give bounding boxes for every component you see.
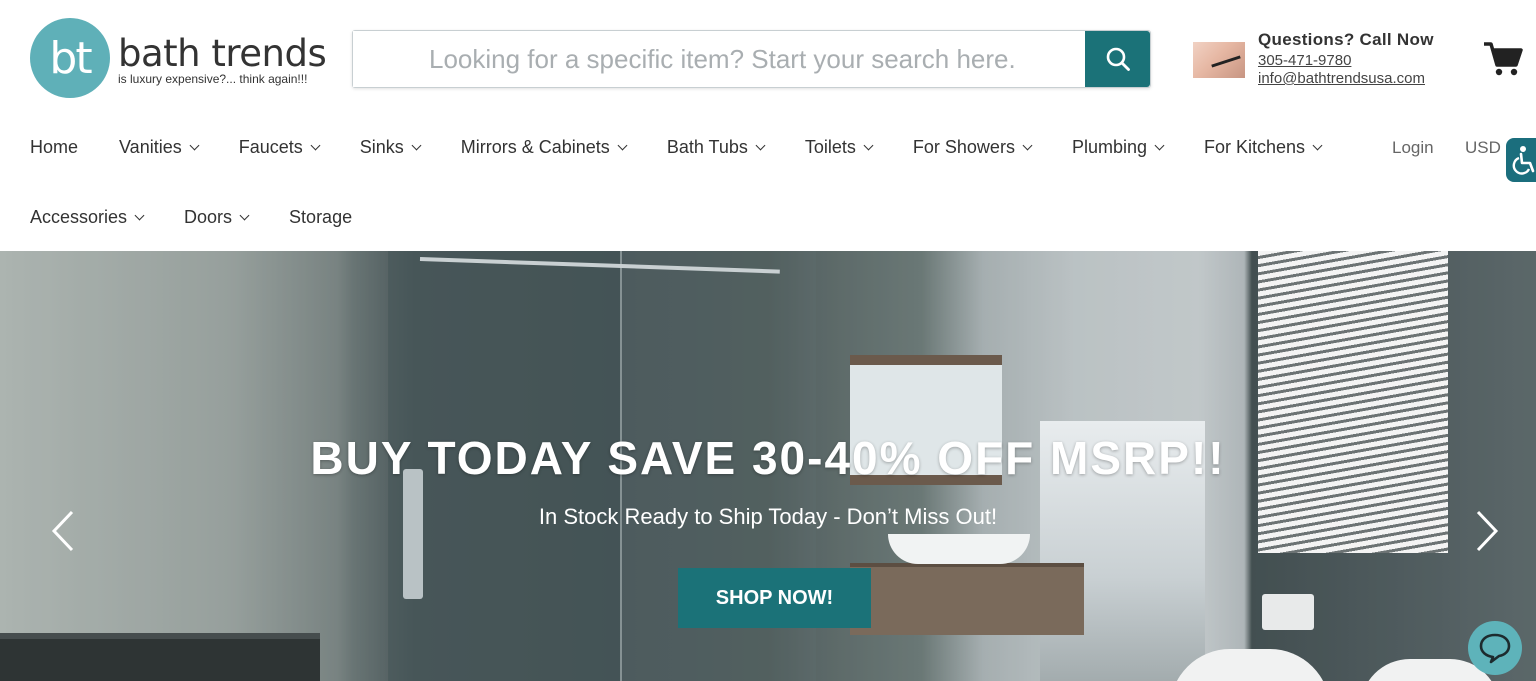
search-bar: [352, 30, 1151, 88]
nav-storage[interactable]: Storage: [289, 207, 352, 228]
nav-label: Storage: [289, 206, 353, 227]
search-input[interactable]: [353, 31, 1085, 87]
hero-title: BUY TODAY SAVE 30-40% OFF MSRP!!: [310, 432, 1226, 484]
hero-banner: BUY TODAY SAVE 30-40% OFF MSRP!! In Stoc…: [0, 251, 1536, 681]
brand-tagline: is luxury expensive?... think again!!!: [118, 72, 308, 86]
site-header: bt bath trends is luxury expensive?... t…: [0, 0, 1536, 250]
cart-icon[interactable]: [1483, 40, 1523, 78]
hero-subtitle: In Stock Ready to Ship Today - Don’t Mis…: [538, 504, 998, 529]
nav-toilets[interactable]: Toilets: [804, 136, 874, 158]
chevron-down-icon: [310, 140, 321, 150]
support-agent-image: [1193, 42, 1245, 78]
nav-label: For Showers: [912, 136, 1015, 157]
nav-label: For Kitchens: [1204, 136, 1306, 157]
chevron-down-icon: [134, 210, 145, 220]
brand-name: bath trends: [118, 32, 327, 75]
nav-for-kitchens[interactable]: For Kitchens: [1204, 136, 1323, 158]
chevron-down-icon: [411, 140, 422, 150]
nav-plumbing[interactable]: Plumbing: [1071, 136, 1165, 158]
chevron-down-icon: [1312, 140, 1323, 150]
phone-link[interactable]: 305-471-9780: [1258, 52, 1434, 69]
shop-now-button[interactable]: SHOP NOW!: [678, 568, 871, 628]
nav-mirrors-cabinets[interactable]: Mirrors & Cabinets: [460, 136, 628, 158]
logo-mark: bt: [30, 18, 110, 98]
email-link[interactable]: info@bathtrendsusa.com: [1258, 70, 1434, 87]
nav-label: Sinks: [359, 136, 404, 157]
nav-faucets[interactable]: Faucets: [238, 136, 321, 158]
chevron-down-icon: [1022, 140, 1033, 150]
nav-label: Faucets: [238, 136, 303, 157]
chevron-down-icon: [755, 140, 766, 150]
nav-vanities[interactable]: Vanities: [119, 136, 200, 158]
chat-button[interactable]: [1468, 621, 1522, 675]
accessibility-icon: [1512, 146, 1535, 175]
search-icon: [1106, 47, 1130, 71]
chevron-down-icon: [863, 140, 874, 150]
site-logo[interactable]: bt bath trends is luxury expensive?... t…: [30, 18, 327, 98]
nav-row-2: Accessories Doors Storage: [30, 198, 1340, 236]
logo-text: bath trends is luxury expensive?... thin…: [118, 32, 327, 87]
chevron-down-icon: [239, 210, 250, 220]
chevron-down-icon: [189, 140, 200, 150]
search-button[interactable]: [1085, 31, 1150, 87]
nav-sinks[interactable]: Sinks: [359, 136, 422, 158]
nav-for-showers[interactable]: For Showers: [912, 136, 1033, 158]
nav-label: Home: [30, 136, 79, 157]
nav-label: Plumbing: [1071, 136, 1147, 157]
chevron-down-icon: [1154, 140, 1165, 150]
chevron-down-icon: [617, 140, 628, 150]
contact-title: Questions? Call Now: [1258, 30, 1434, 49]
nav-doors[interactable]: Doors: [184, 206, 250, 228]
chevron-right-icon[interactable]: [1472, 509, 1500, 553]
nav-label: Toilets: [804, 136, 856, 157]
chevron-left-icon[interactable]: [50, 509, 78, 553]
nav-home[interactable]: Home: [30, 137, 78, 158]
accessibility-button[interactable]: [1506, 138, 1536, 182]
nav-label: Mirrors & Cabinets: [460, 136, 610, 157]
currency-selector[interactable]: USD: [1465, 138, 1501, 158]
chat-icon: [1479, 633, 1511, 664]
contact-block: Questions? Call Now 305-471-9780 info@ba…: [1193, 30, 1434, 87]
nav-label: Bath Tubs: [666, 136, 748, 157]
nav-bath-tubs[interactable]: Bath Tubs: [666, 136, 766, 158]
nav-accessories[interactable]: Accessories: [30, 206, 145, 228]
login-link[interactable]: Login: [1392, 138, 1434, 158]
hero-content: BUY TODAY SAVE 30-40% OFF MSRP!! In Stoc…: [0, 251, 1536, 681]
contact-info: Questions? Call Now 305-471-9780 info@ba…: [1258, 30, 1434, 87]
nav-label: Doors: [184, 206, 233, 227]
main-nav: Home Vanities Faucets Sinks Mirrors & Ca…: [30, 128, 1340, 236]
nav-label: Vanities: [119, 136, 182, 157]
nav-row-1: Home Vanities Faucets Sinks Mirrors & Ca…: [30, 128, 1340, 166]
nav-label: Accessories: [30, 206, 128, 227]
